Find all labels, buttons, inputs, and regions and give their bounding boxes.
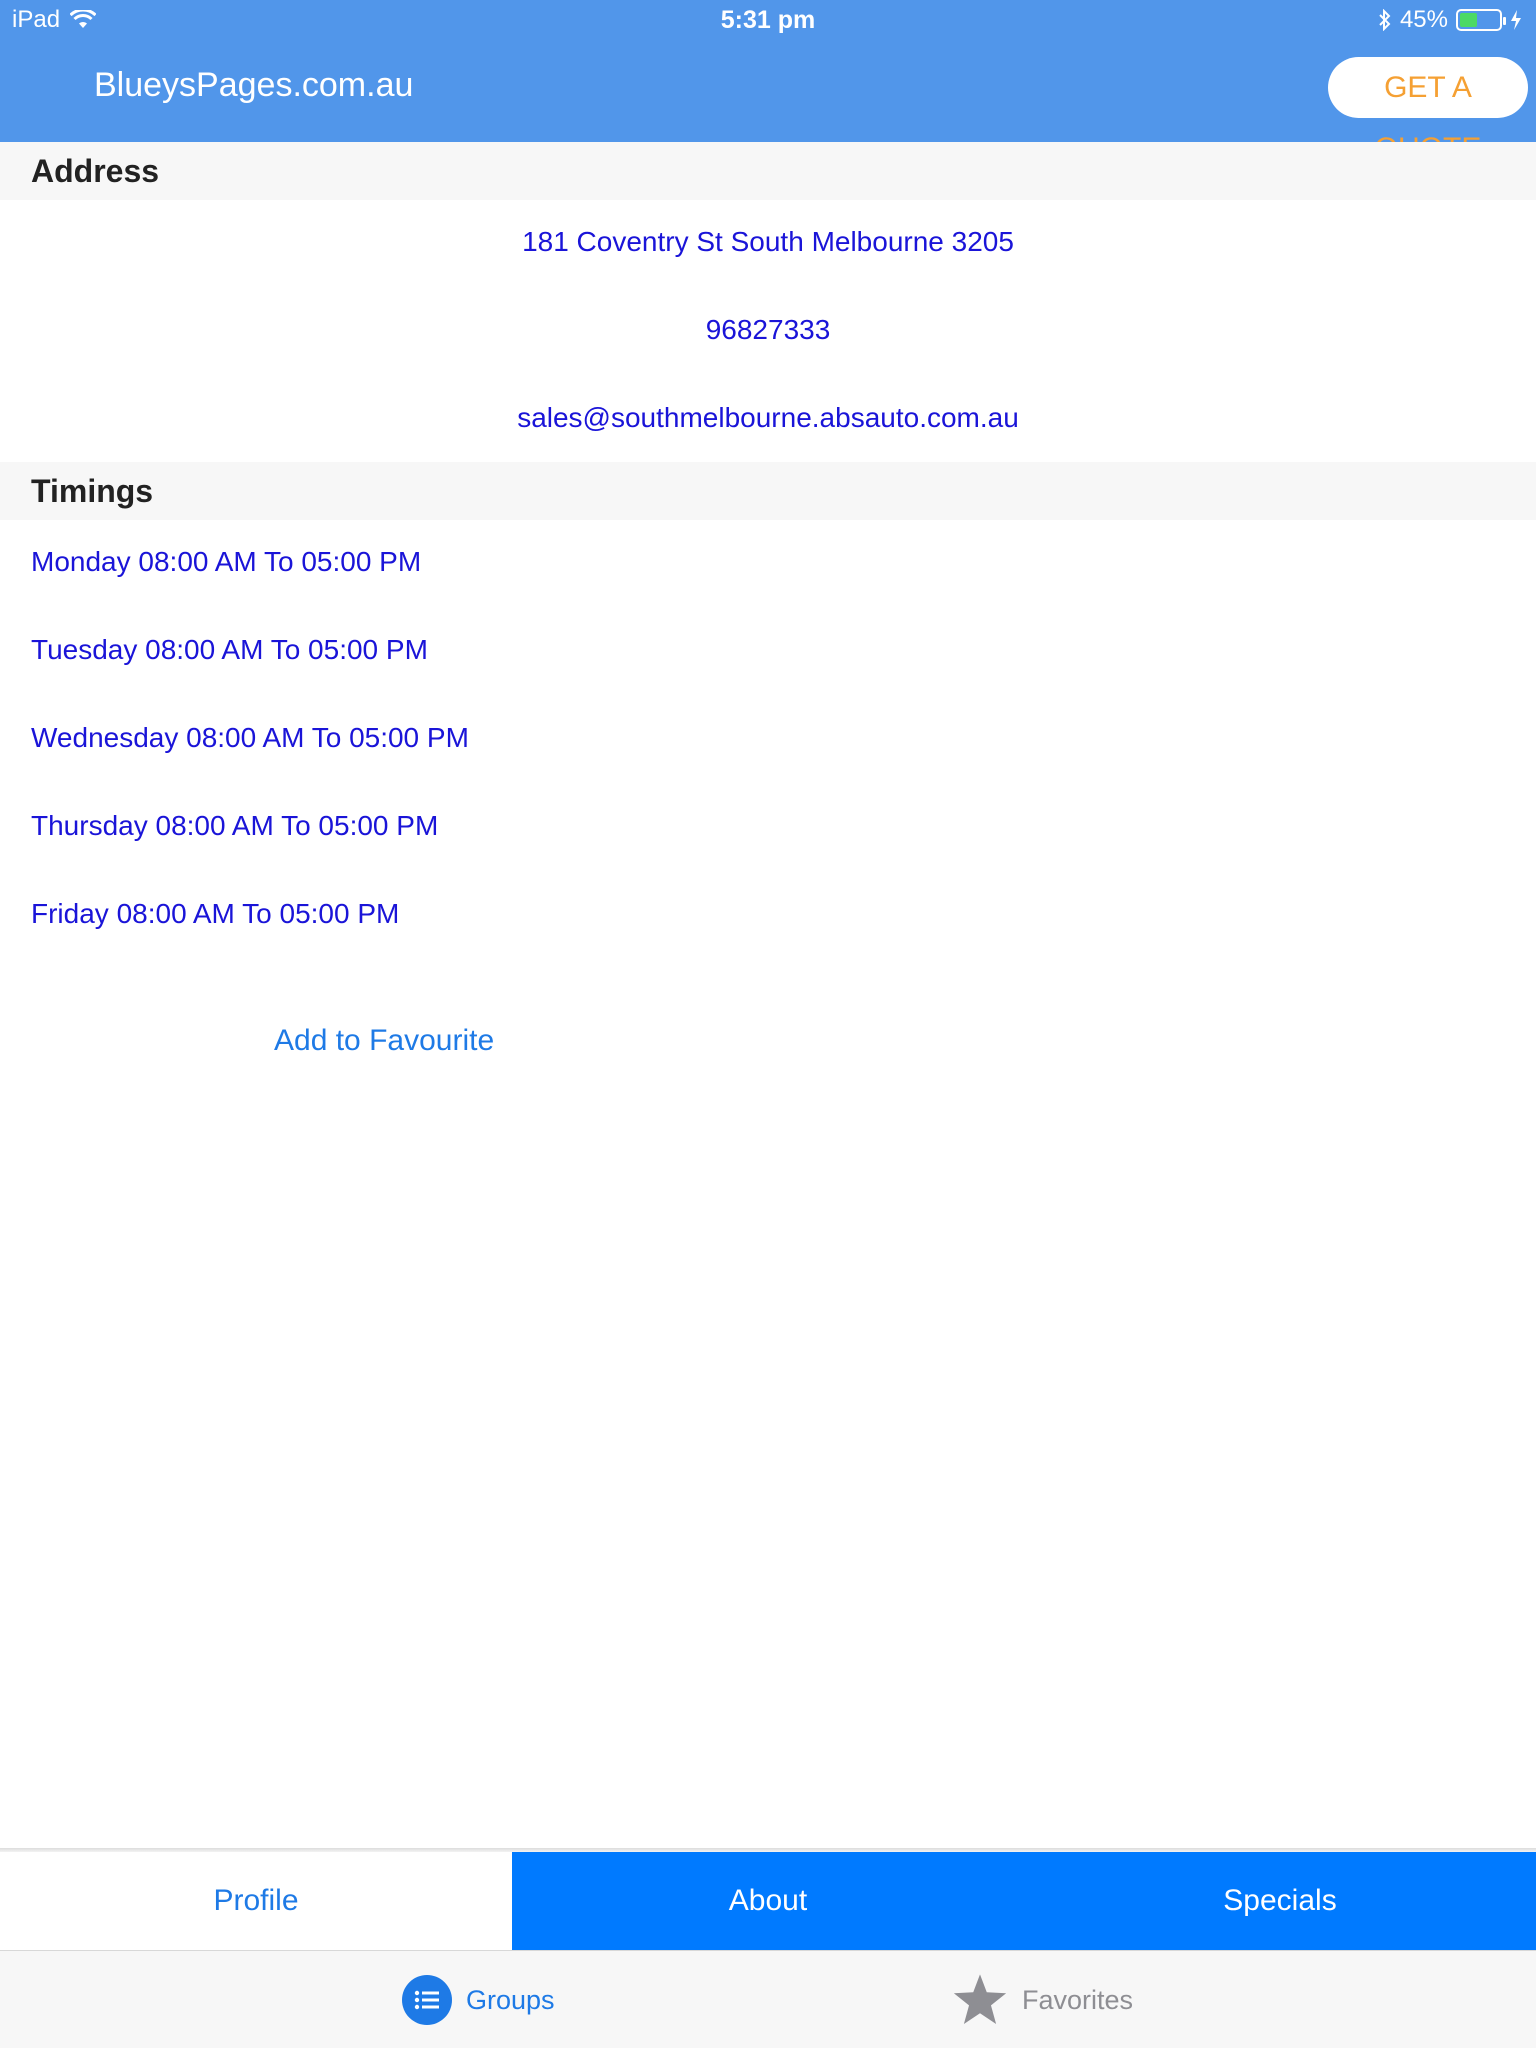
battery-fill xyxy=(1460,13,1478,27)
add-to-favourite-button[interactable]: Add to Favourite xyxy=(274,1024,494,1058)
timing-item-wednesday: Wednesday 08:00 AM To 05:00 PM xyxy=(31,722,469,753)
timing-item-monday: Monday 08:00 AM To 05:00 PM xyxy=(31,546,422,577)
tab-bar: Groups Favorites xyxy=(0,1950,1536,2048)
tab-favorites[interactable]: Favorites xyxy=(952,1951,1133,2048)
nav-title: BlueysPages.com.au xyxy=(94,66,414,104)
timing-item-tuesday: Tuesday 08:00 AM To 05:00 PM xyxy=(31,634,428,665)
star-icon xyxy=(953,1974,1007,2025)
address-street-link[interactable]: 181 Coventry St South Melbourne 3205 xyxy=(0,226,1536,258)
tab-favorites-label: Favorites xyxy=(1022,1984,1134,2015)
get-a-quote-button[interactable]: GET A QUOTE xyxy=(1328,57,1528,165)
segment-specials[interactable]: Specials xyxy=(1024,1852,1536,1950)
timing-item-friday: Friday 08:00 AM To 05:00 PM xyxy=(31,898,400,929)
list-icon xyxy=(402,1975,452,2025)
app-screen: iPad 5:31 pm 45% BlueysPages.com.au GET … xyxy=(0,0,1536,2048)
status-indicators: 45% xyxy=(1378,6,1522,34)
tab-groups-label: Groups xyxy=(466,1984,555,2015)
bluetooth-icon xyxy=(1379,9,1391,31)
status-time: 5:31 pm xyxy=(720,6,816,34)
address-section-header: Address xyxy=(0,142,1536,200)
charging-icon xyxy=(1511,10,1521,30)
segment-about[interactable]: About xyxy=(512,1852,1024,1950)
battery-percent: 45% xyxy=(1399,6,1448,33)
navigation-bar: iPad 5:31 pm 45% BlueysPages.com.au GET … xyxy=(0,0,1536,165)
segment-profile[interactable]: Profile xyxy=(0,1852,512,1950)
battery-icon xyxy=(1456,9,1506,31)
segmented-control: Profile About Specials xyxy=(0,1852,1536,1950)
timings-section-header: Timings xyxy=(0,462,1536,520)
timing-item-thursday: Thursday 08:00 AM To 05:00 PM xyxy=(31,810,439,841)
tab-groups[interactable]: Groups xyxy=(402,1951,555,2048)
phone-link[interactable]: 96827333 xyxy=(0,314,1536,346)
email-link[interactable]: sales@southmelbourne.absauto.com.au xyxy=(0,402,1536,434)
